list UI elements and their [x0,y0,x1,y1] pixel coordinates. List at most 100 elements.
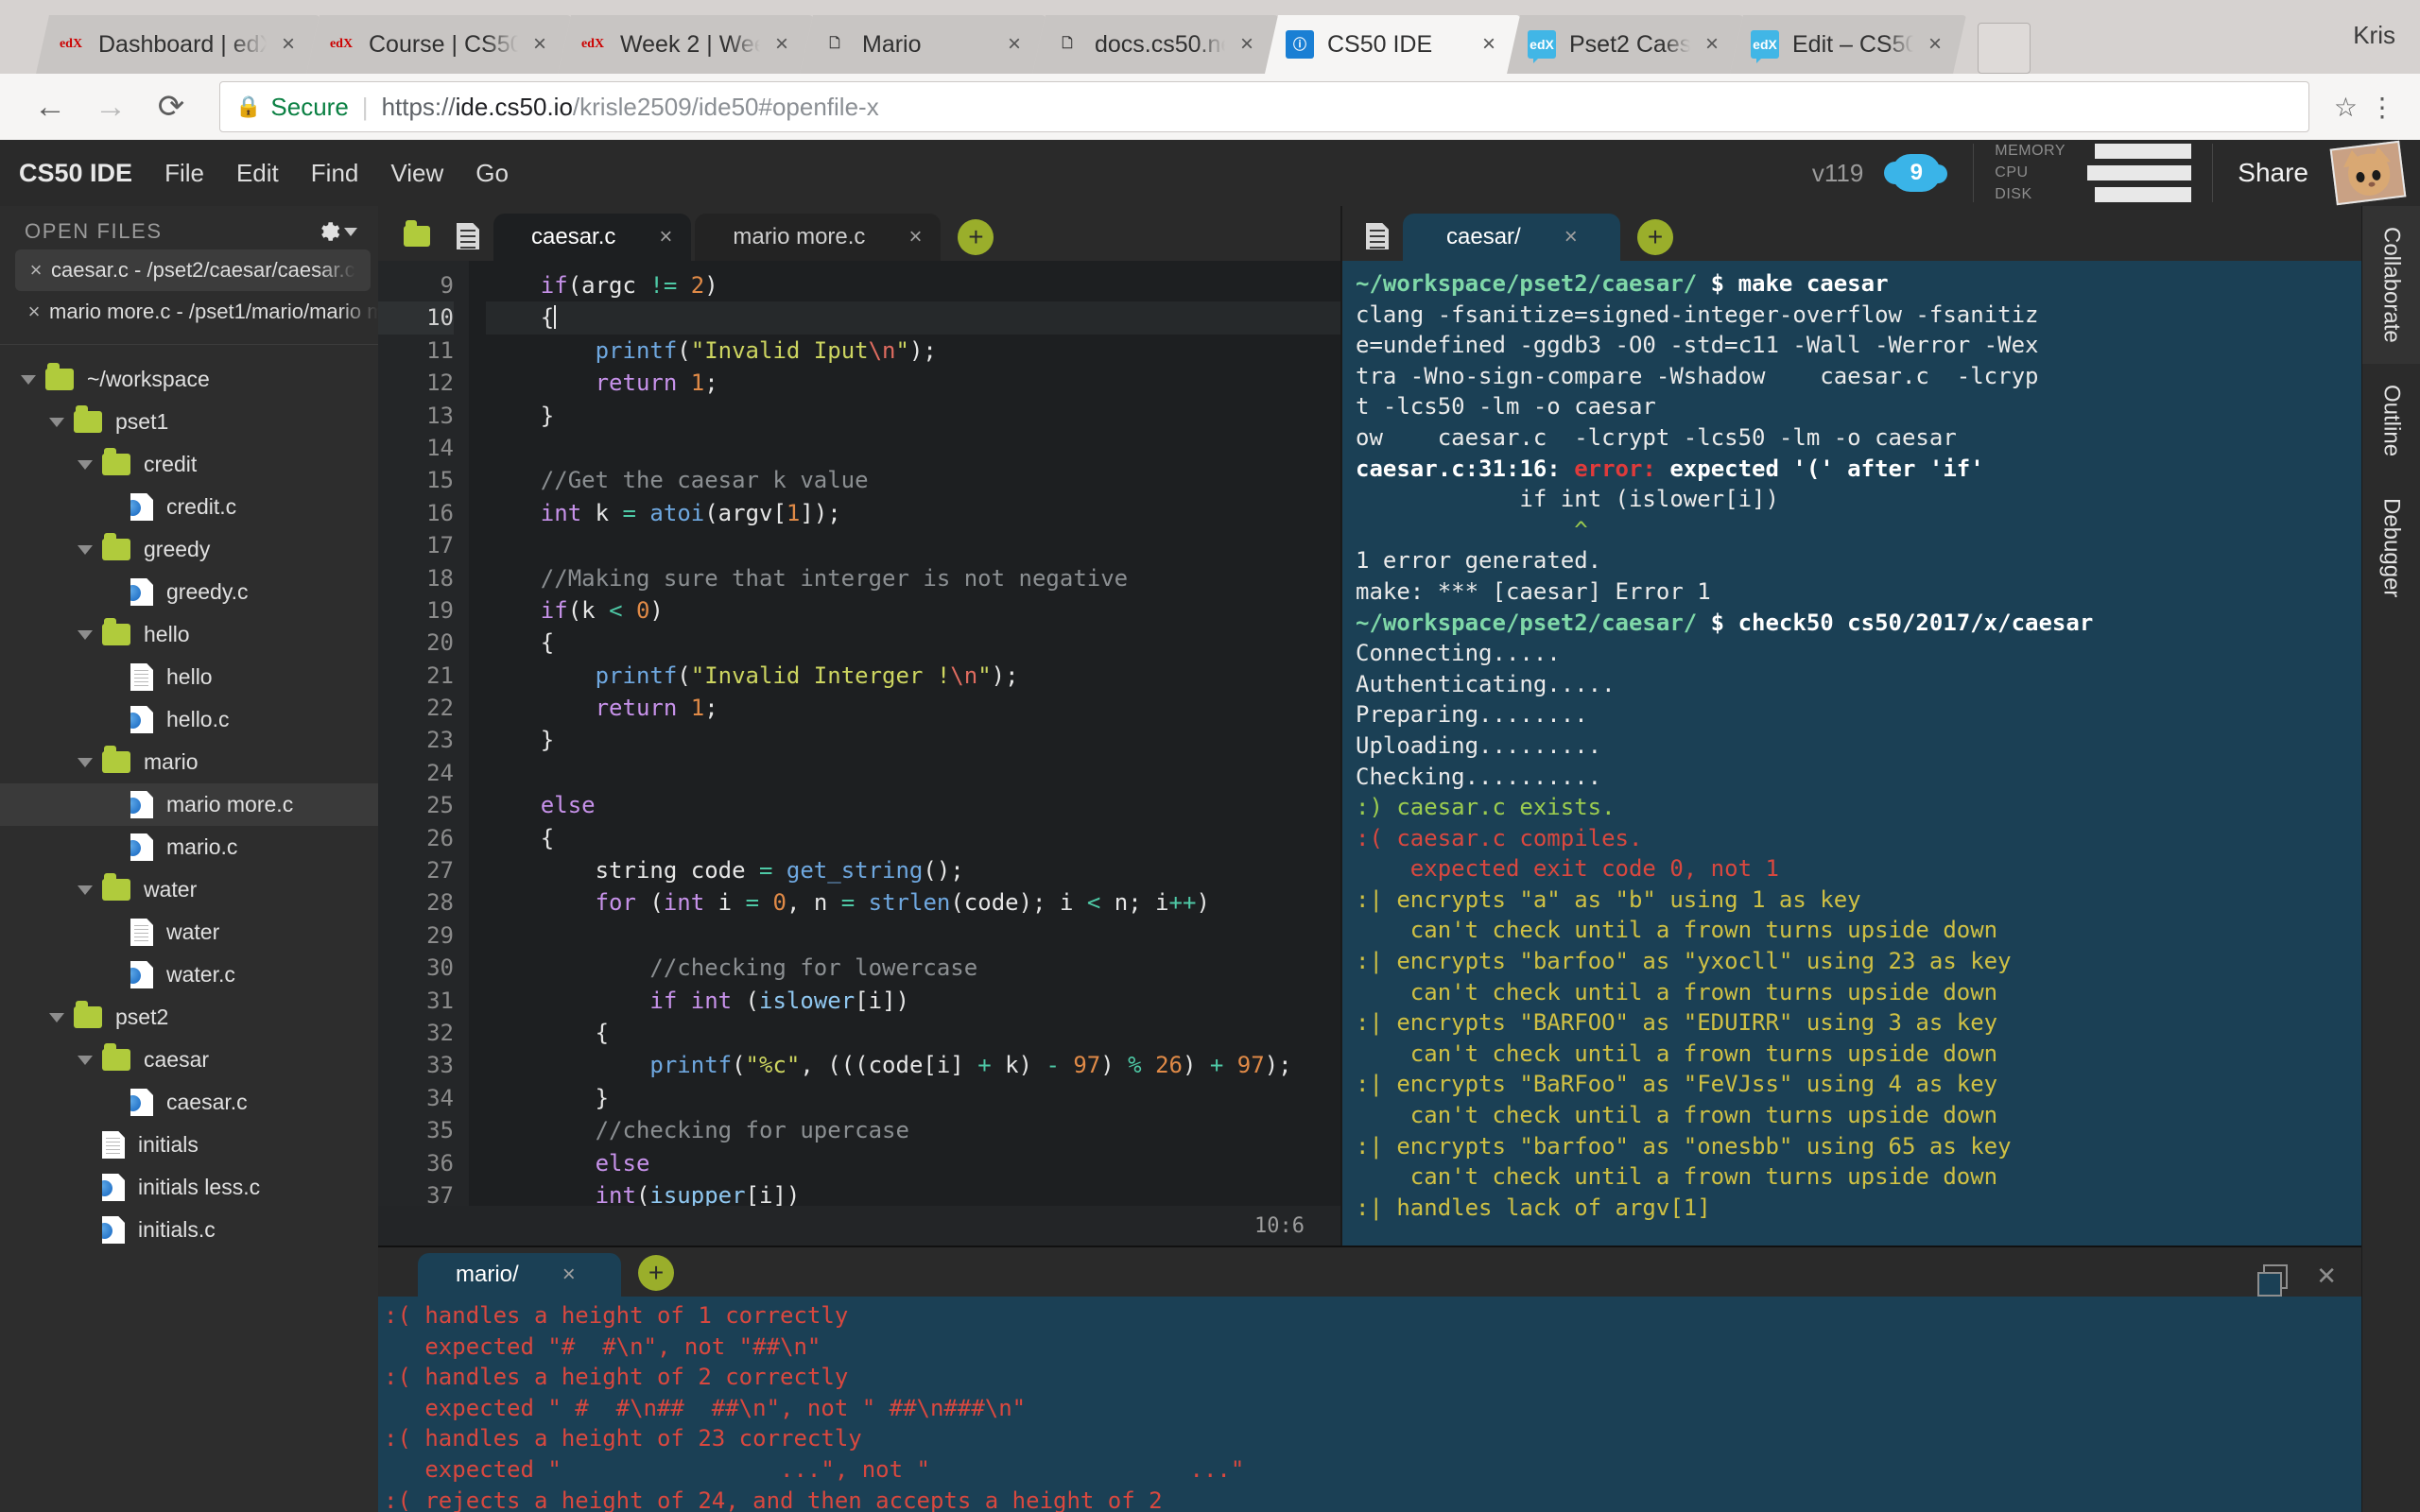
chevron-down-icon[interactable] [78,629,93,640]
tree-item-caesar-c[interactable]: caesar.c [0,1081,378,1124]
tree-item-pset1[interactable]: pset1 [0,401,378,443]
browser-tab-5[interactable]: ⓘ CS50 IDE × [1265,15,1520,74]
chevron-down-icon[interactable] [21,374,36,385]
close-icon[interactable]: × [1482,31,1495,58]
tree-item-mario-more-c[interactable]: mario more.c [0,783,378,826]
new-terminal-button[interactable]: + [1637,219,1673,255]
code-token: get_string [786,857,924,885]
close-icon[interactable]: × [1705,31,1719,58]
close-icon[interactable]: × [659,224,672,250]
terminal-line: ~/workspace/pset2/caesar/ $ make caesar [1356,268,2361,300]
close-icon[interactable]: × [1564,224,1578,250]
tree-item-initials-less-c[interactable]: initials less.c [0,1166,378,1209]
browser-tab-4[interactable]: 🗋 docs.cs50.net/2 × [1032,15,1278,74]
restore-window-icon[interactable] [2257,1263,2289,1297]
profile-name[interactable]: Kris [2353,21,2395,50]
avatar[interactable] [2329,140,2407,206]
tree-item-hello[interactable]: hello [0,613,378,656]
rail-item-debugger[interactable]: Debugger [2362,477,2420,618]
reload-icon[interactable]: ⟳ [146,81,197,132]
code-content[interactable]: if(argc != 2) { printf("Invalid Iput\n")… [469,261,1340,1206]
tree-item-hello-c[interactable]: hello.c [0,698,378,741]
close-icon[interactable]: × [1928,31,1942,58]
chevron-down-icon[interactable] [78,1055,93,1065]
terminal-tab-caesar[interactable]: caesar/ × [1403,214,1620,261]
sidebar-settings[interactable] [316,219,357,244]
chevron-down-icon[interactable] [78,757,93,767]
close-icon[interactable]: × [19,300,49,324]
open-file-row-1[interactable]: ×mario more.c - /pset1/mario/mario more.… [0,291,378,333]
code-area[interactable]: 9 10 11 12 13 14 15 16 17 18 19 20 21 22 23 24 25 26 27 28 2… [378,261,1340,1206]
menu-item-file[interactable]: File [164,159,204,188]
terminal-list-icon[interactable] [1352,212,1403,261]
close-icon[interactable]: × [562,1262,576,1288]
editor-tab-mario-more-c[interactable]: mario more.c × [695,214,942,261]
close-icon[interactable]: × [908,224,922,250]
ide-brand[interactable]: CS50 IDE [19,159,132,188]
rail-item-collaborate[interactable]: Collaborate [2362,206,2420,364]
tree-item-mario-c[interactable]: mario.c [0,826,378,868]
rail-item-outline[interactable]: Outline [2362,364,2420,477]
share-button[interactable]: Share [2238,158,2308,188]
tree-item-pset2[interactable]: pset2 [0,996,378,1039]
tree-item--workspace[interactable]: ~/workspace [0,358,378,401]
terminal-output[interactable]: ~/workspace/pset2/caesar/ $ make caesar c… [1342,261,2361,1246]
tree-item-greedy[interactable]: greedy [0,528,378,571]
open-file-row-0[interactable]: × caesar.c - /pset2/caesar/caesar.c [15,249,371,291]
tree-item-credit-c[interactable]: credit.c [0,486,378,528]
chevron-down-icon[interactable] [49,417,64,427]
browser-tab-7[interactable]: edX Edit – CS50 Stac × [1730,15,1966,74]
chevron-down-icon[interactable] [49,1012,64,1022]
menu-item-find[interactable]: Find [311,159,359,188]
menu-item-go[interactable]: Go [475,159,509,188]
bottom-console-output[interactable]: :( handles a height of 1 correctly expec… [378,1297,2361,1512]
tree-item-mario[interactable]: mario [0,741,378,783]
new-bottom-terminal-button[interactable]: + [638,1255,674,1291]
terminal-line: e=undefined -ggdb3 -O0 -std=c11 -Wall -W… [1356,330,2361,361]
bottom-tab-mario[interactable]: mario/ × [418,1253,621,1297]
tree-item-caesar[interactable]: caesar [0,1039,378,1081]
menu-item-edit[interactable]: Edit [236,159,279,188]
browser-tab-6[interactable]: edX Pset2 Caesar !! H × [1507,15,1743,74]
browser-menu-icon[interactable]: ⋮ [2369,92,2395,123]
close-icon[interactable]: × [533,31,546,58]
new-file-button[interactable]: + [958,219,994,255]
browser-tab-1[interactable]: edX Course | CS50 | × [306,15,571,74]
forward-icon[interactable]: → [85,81,136,132]
code-line: //Making sure that interger is not negat… [486,562,1340,594]
tree-item-greedy-c[interactable]: greedy.c [0,571,378,613]
tree-item-initials-c[interactable]: initials.c [0,1209,378,1251]
file-list-icon[interactable] [442,212,493,261]
code-line: { [486,301,1340,335]
back-icon[interactable]: ← [25,81,76,132]
address-bar[interactable]: 🔒 Secure | https://ide.cs50.io/krisle250… [219,81,2309,132]
tree-item-initials[interactable]: initials [0,1124,378,1166]
tree-item-water[interactable]: water [0,911,378,954]
browser-tab-3[interactable]: 🗋 Mario × [800,15,1046,74]
close-icon[interactable]: × [1008,31,1021,58]
editor-tab-caesar-c[interactable]: caesar.c × [493,214,692,261]
terminal-line: :| encrypts "a" as "b" using 1 as key [1356,885,2361,916]
code-token: string code [486,857,759,885]
close-icon[interactable]: × [775,31,788,58]
tree-item-credit[interactable]: credit [0,443,378,486]
cloud-badge-icon[interactable]: 9 [1884,154,1948,192]
chevron-down-icon[interactable] [78,459,93,470]
chevron-down-icon[interactable] [78,544,93,555]
close-icon[interactable]: × [1240,31,1253,58]
chevron-down-icon[interactable] [78,885,93,895]
toggle-tree-icon[interactable] [391,212,442,261]
browser-tab-0[interactable]: edX Dashboard | edX × [36,15,320,74]
tree-item-hello[interactable]: hello [0,656,378,698]
close-icon[interactable]: × [21,258,51,283]
close-panel-icon[interactable]: ✕ [2316,1262,2337,1291]
tree-item-water-c[interactable]: water.c [0,954,378,996]
menu-item-view[interactable]: View [390,159,443,188]
browser-tab-2[interactable]: edX Week 2 | Week 2 × [558,15,813,74]
code-token: return [595,695,678,722]
close-icon[interactable]: × [282,31,295,58]
new-tab-button[interactable] [1978,23,2031,74]
tree-item-water[interactable]: water [0,868,378,911]
bookmark-star-icon[interactable]: ☆ [2334,92,2358,123]
